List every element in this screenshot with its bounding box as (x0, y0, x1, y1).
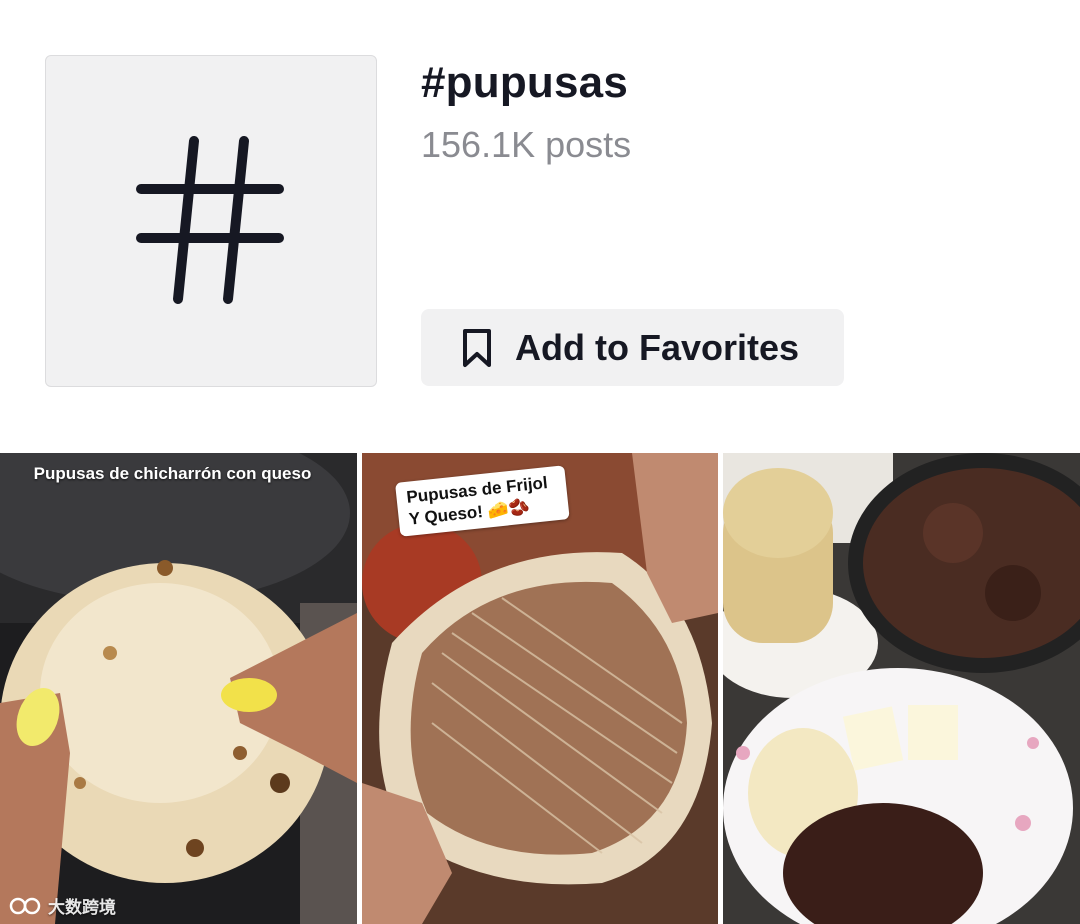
hashtag-icon (136, 136, 284, 304)
video-thumbnail-image (723, 453, 1080, 924)
bookmark-icon (461, 328, 493, 368)
video-grid: Pupusas de chicharrón con queso 大数跨境 Pup… (0, 453, 1080, 924)
video-thumbnail[interactable] (723, 453, 1080, 924)
add-to-favorites-label: Add to Favorites (515, 326, 800, 368)
add-to-favorites-button[interactable]: Add to Favorites (421, 309, 844, 386)
video-thumbnail[interactable]: Pupusas de chicharrón con queso 大数跨境 (0, 453, 357, 924)
watermark-text: 大数跨境 (48, 898, 116, 917)
video-thumbnail-image (0, 453, 357, 924)
watermark-logo-icon (8, 897, 42, 915)
video-thumbnail[interactable]: Pupusas de Frijol Y Queso! 🧀🫘 (362, 453, 718, 924)
hashtag-title: #pupusas (421, 58, 628, 107)
video-caption: Pupusas de chicharrón con queso (33, 464, 312, 483)
posts-count: 156.1K posts (421, 124, 632, 165)
watermark: 大数跨境 (8, 893, 116, 918)
hashtag-thumbnail (45, 55, 377, 387)
